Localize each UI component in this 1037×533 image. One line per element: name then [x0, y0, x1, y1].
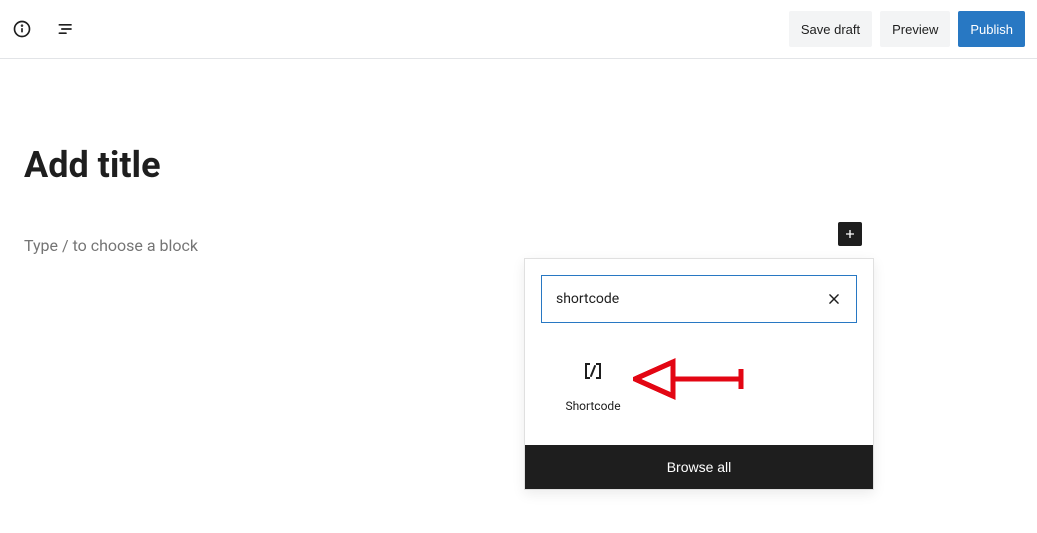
info-icon [12, 19, 32, 39]
block-search-input[interactable] [542, 276, 812, 322]
preview-button[interactable]: Preview [880, 11, 950, 47]
document-outline-button[interactable] [48, 11, 84, 47]
close-icon [827, 292, 841, 306]
post-body-input[interactable]: Type / to choose a block [24, 236, 1037, 255]
save-draft-button[interactable]: Save draft [789, 11, 872, 47]
search-container [525, 259, 873, 339]
search-box [541, 275, 857, 323]
top-toolbar: Save draft Preview Publish [0, 0, 1037, 59]
info-button[interactable] [4, 11, 40, 47]
toolbar-right-group: Save draft Preview Publish [789, 11, 1025, 47]
publish-button[interactable]: Publish [958, 11, 1025, 47]
toolbar-left-group [4, 11, 84, 47]
clear-search-button[interactable] [812, 277, 856, 321]
editor-canvas: Add title Type / to choose a block [0, 59, 1037, 255]
block-option-label: Shortcode [541, 399, 645, 413]
plus-icon [842, 226, 858, 242]
post-title-input[interactable]: Add title [24, 144, 1037, 186]
block-results: Shortcode [525, 339, 873, 445]
browse-all-button[interactable]: Browse all [525, 445, 873, 489]
block-inserter-popover: Shortcode Browse all [524, 258, 874, 490]
block-option-shortcode[interactable]: Shortcode [541, 347, 645, 421]
shortcode-icon [541, 355, 645, 387]
add-block-button[interactable] [838, 222, 862, 246]
list-outline-icon [56, 19, 76, 39]
